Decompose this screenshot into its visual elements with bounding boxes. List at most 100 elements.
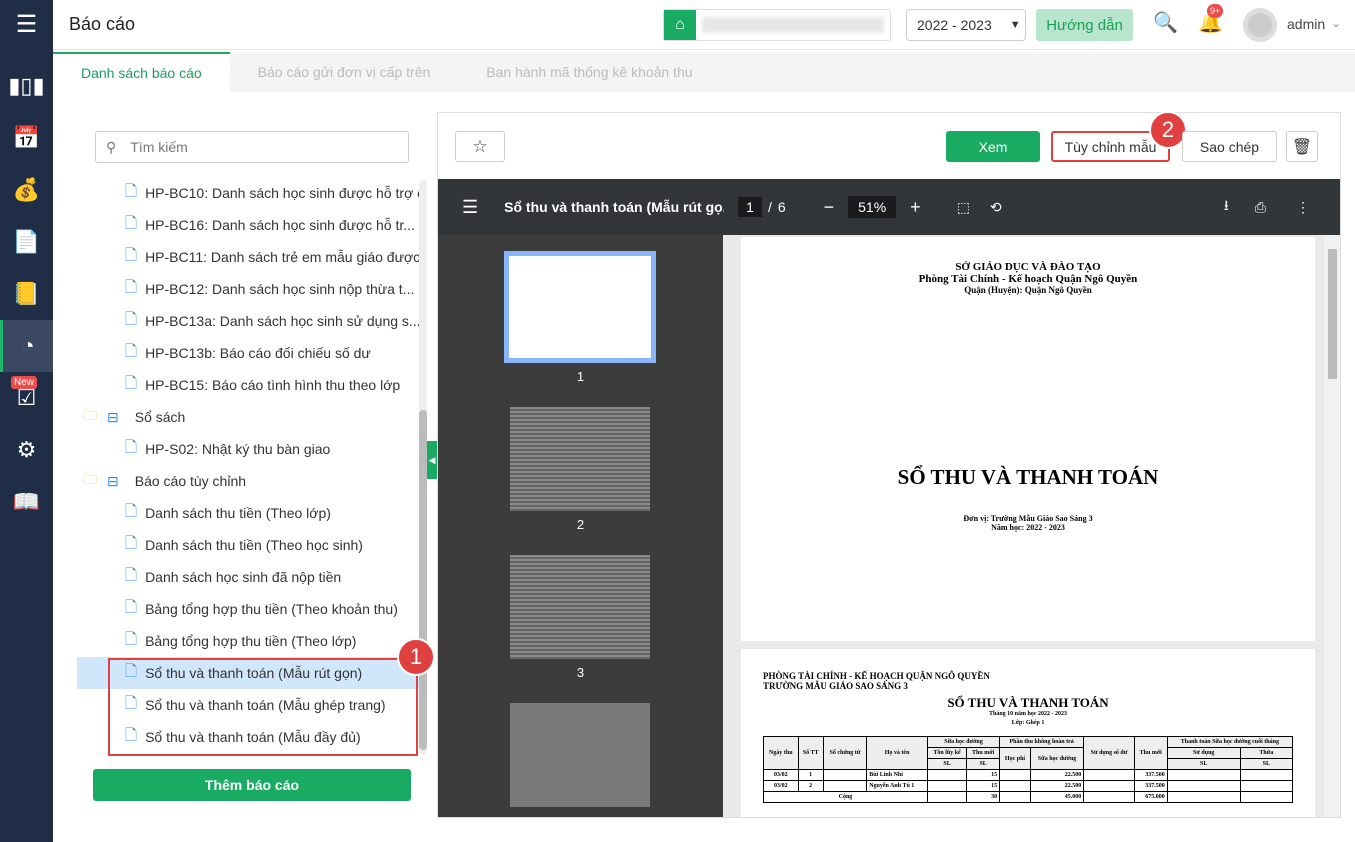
report-preview-panel: ☆ Xem Tùy chỉnh mẫu 2 Sao chép 🗑 ☰ Sổ th… [437, 111, 1341, 818]
tree-item[interactable]: 🗋 HP-BC12: Danh sách học sinh nộp thừa t.… [77, 273, 421, 305]
search-input[interactable]: ⚲ Tìm kiếm [95, 131, 409, 163]
page-district: Quận (Huyện): Quận Ngô Quyền [964, 285, 1092, 295]
tree-item[interactable]: 🗋 Danh sách thu tiền (Theo lớp) [77, 497, 421, 529]
tree-item-label: Bảng tổng hợp thu tiền (Theo lớp) [145, 633, 357, 649]
tab-report-list[interactable]: Danh sách báo cáo [53, 52, 230, 92]
table-row: 03/02 1 Bùi Linh Nhi 15 22.500 337.500 [763, 769, 1294, 781]
header: Báo cáo ⌂ 2022 - 2023 ▼ Hướng dẫn 🔍 🔔 9+ … [53, 0, 1355, 50]
tree-folder-custom[interactable]: 🗀 ⊟ Báo cáo tùy chỉnh [77, 465, 421, 497]
tree-item[interactable]: 🗋 HP-BC13a: Danh sách học sinh sử dụng s.… [77, 305, 421, 337]
tab-report-upper-unit[interactable]: Báo cáo gửi đơn vị cấp trên [230, 52, 459, 92]
search-analytics-icon[interactable]: 🔍 [1153, 10, 1178, 35]
school-year-value: 2022 - 2023 [917, 17, 992, 33]
scrollbar-thumb[interactable] [1328, 249, 1337, 379]
print-icon[interactable]: ⎙ [1255, 199, 1266, 216]
tab-statistic-codes[interactable]: Ban hành mã thống kê khoản thu [458, 52, 720, 92]
file-icon: 🗋 [125, 502, 138, 520]
view-button[interactable]: Xem [946, 131, 1040, 162]
add-report-button[interactable]: Thêm báo cáo [93, 769, 411, 801]
cell [926, 791, 968, 803]
zoom-out-icon[interactable]: − [824, 197, 835, 218]
new-feature-icon[interactable]: New ☑ [0, 372, 53, 424]
cell [1166, 791, 1241, 803]
fit-page-icon[interactable]: ⬚ [957, 199, 970, 216]
pdf-thumbnails: 1 2 3 [438, 235, 723, 817]
copy-button[interactable]: Sao chép [1182, 131, 1277, 162]
guide-button[interactable]: Hướng dẫn [1036, 9, 1133, 41]
file-icon: 🗋 [125, 342, 138, 360]
th: Số chứng từ [822, 736, 868, 770]
sidebar: ☰ ▮▯▮ 📅 💰 📄 📒 ◔ New ☑ ⚙ 📖 [0, 0, 53, 842]
ledger-icon[interactable]: 📒 [0, 268, 53, 320]
money-hand-icon[interactable]: 💰 [0, 164, 53, 216]
cell [822, 769, 868, 781]
file-icon: 🗋 [125, 630, 138, 648]
folder-icon: 🗀 [83, 407, 97, 423]
th: Sữa học đường [1029, 747, 1085, 770]
th: SL [966, 758, 1001, 770]
cell [999, 780, 1031, 792]
collapse-icon[interactable]: ⊟ [107, 473, 119, 490]
settings-gear-icon[interactable]: ⚙ [0, 424, 53, 476]
cell [1083, 791, 1135, 803]
cell [1083, 769, 1135, 781]
th: Sử dụng [1166, 747, 1241, 759]
tree-item-label: HP-BC10: Danh sách học sinh được hỗ trợ … [145, 185, 421, 201]
th: Sữa học đường [926, 736, 1001, 748]
school-selector[interactable]: ⌂ [663, 9, 891, 41]
tree-item[interactable]: 🗋 HP-BC11: Danh sách trẻ em mẫu giáo được… [77, 241, 421, 273]
report-pie-icon[interactable]: ◔ [0, 320, 53, 372]
avatar[interactable] [1243, 8, 1277, 42]
tree-item[interactable]: 🗋 HP-BC15: Báo cáo tình hình thu theo lớp [77, 369, 421, 401]
tree-item[interactable]: 🗋 HP-BC10: Danh sách học sinh được hỗ trợ… [77, 177, 421, 209]
thumbnail-page-3[interactable] [510, 555, 650, 659]
tree-item-label: HP-BC15: Báo cáo tình hình thu theo lớp [145, 377, 401, 393]
menu-icon[interactable]: ☰ [0, 0, 53, 48]
trash-icon: 🗑 [1291, 138, 1313, 156]
user-name[interactable]: admin [1287, 16, 1325, 32]
school-year-select[interactable]: 2022 - 2023 ▼ [906, 9, 1026, 41]
zoom-value[interactable]: 51% [848, 196, 897, 218]
file-icon: 🗋 [125, 182, 138, 200]
rotate-icon[interactable]: ⟲ [990, 199, 1002, 216]
cell [926, 769, 968, 781]
tree-item[interactable]: 🗋 Bảng tổng hợp thu tiền (Theo lớp) [77, 625, 421, 657]
scrollbar-thumb[interactable] [419, 410, 427, 750]
more-options-icon[interactable]: ⋮ [1296, 199, 1310, 216]
favorite-star-button[interactable]: ☆ [455, 131, 505, 162]
guide-book-icon[interactable]: 📖 [0, 476, 53, 528]
tree-item[interactable]: 🗋 HP-BC13b: Báo cáo đối chiếu số dư [77, 337, 421, 369]
pdf-page-input[interactable]: 1 [738, 197, 762, 217]
delete-button[interactable]: 🗑 [1286, 131, 1318, 162]
tree-item[interactable]: 🗋 Bảng tổng hợp thu tiền (Theo khoản thu) [77, 593, 421, 625]
tree-item[interactable]: 🗋 HP-BC16: Danh sách học sinh được hỗ tr.… [77, 209, 421, 241]
th: Thu mới [966, 747, 1001, 759]
cell: 2 [797, 780, 824, 792]
page-org: SỞ GIÁO DỤC VÀ ĐÀO TẠO [955, 261, 1101, 273]
tree-folder-so-sach[interactable]: 🗀 ⊟ Sổ sách [77, 401, 421, 433]
dashboard-chart-icon[interactable]: ▮▯▮ [0, 60, 53, 112]
document-icon[interactable]: 📄 [0, 216, 53, 268]
cell: Nguyễn Anh Tú 1 [866, 780, 928, 792]
thumbnail-page-2[interactable] [510, 407, 650, 511]
collapse-panel-handle[interactable]: ◀ [427, 441, 437, 479]
thumbnail-page-1[interactable] [504, 251, 656, 363]
thumbnail-label: 1 [576, 369, 585, 384]
cell: 03/02 [763, 769, 799, 781]
download-icon[interactable]: ⭳ [1224, 195, 1229, 219]
chevron-down-icon[interactable]: ⌄ [1331, 16, 1341, 30]
cell: 30 [966, 791, 1001, 803]
th: Phần thu không hoàn trả [999, 736, 1085, 748]
cell: 22.500 [1029, 769, 1085, 781]
collapse-icon[interactable]: ⊟ [107, 409, 119, 426]
tree-item[interactable]: 🗋 Danh sách thu tiền (Theo học sinh) [77, 529, 421, 561]
pdf-scrollbar[interactable] [1324, 235, 1340, 817]
tree-item-label: HP-BC13a: Danh sách học sinh sử dụng s..… [145, 313, 421, 329]
tree-item[interactable]: 🗋 Danh sách học sinh đã nộp tiền [77, 561, 421, 593]
pdf-title: Sổ thu và thanh toán (Mẫu rút gọ... [504, 199, 725, 215]
pdf-menu-icon[interactable]: ☰ [462, 197, 478, 218]
thumbnail-page-4[interactable] [510, 703, 650, 807]
calendar-money-icon[interactable]: 📅 [0, 112, 53, 164]
zoom-in-icon[interactable]: + [910, 197, 921, 218]
tree-item[interactable]: 🗋 HP-S02: Nhật ký thu bàn giao [77, 433, 421, 465]
